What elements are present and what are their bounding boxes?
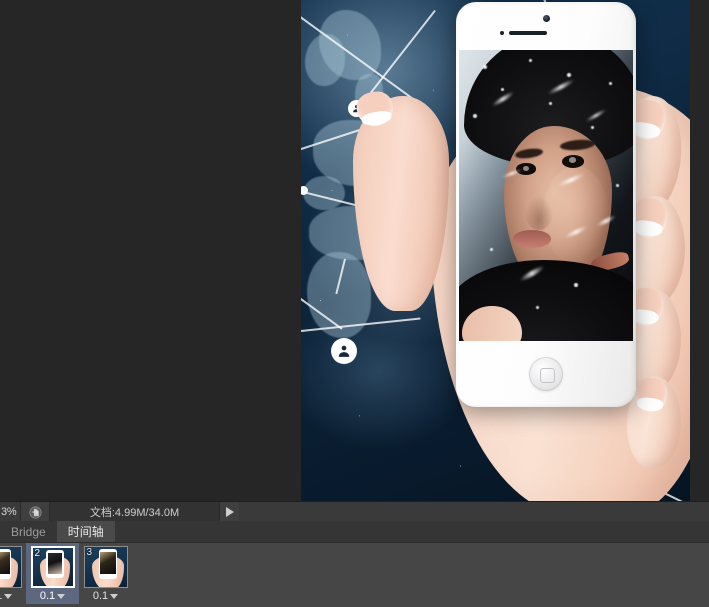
nose (525, 195, 553, 231)
frame-thumb: 2 (30, 546, 75, 588)
frame-number: 2 (34, 548, 41, 559)
thumb-screen (47, 553, 63, 574)
proximity-sensor-icon (500, 31, 504, 35)
iphone-device (456, 2, 636, 407)
chevron-down-icon (110, 593, 119, 599)
photoshop-window: 3% 文档:4.99M/34.0M Bridge 时间轴 1 (0, 0, 709, 607)
tab-timeline[interactable]: 时间轴 (56, 521, 115, 542)
eye-right (561, 154, 585, 168)
canvas-area[interactable] (0, 0, 709, 501)
frame-thumbnail-1[interactable]: 1 0.1 (0, 543, 26, 604)
frame-thumbnail-3[interactable]: 3 0.1 (79, 543, 132, 604)
chevron-down-icon (57, 593, 66, 599)
frame-thumb: 3 (83, 546, 128, 588)
snowflake (573, 282, 578, 287)
play-triangle-icon (225, 507, 234, 517)
snowflake (608, 82, 612, 85)
snowflake (472, 114, 477, 119)
frame-thumb: 1 (0, 546, 22, 588)
thumb-screen (0, 552, 10, 575)
phone-screen (459, 50, 633, 341)
earpiece-speaker-icon (509, 31, 547, 35)
animation-frames-strip: 1 0.1 2 (0, 543, 132, 607)
person-icon (338, 345, 350, 357)
user-avatar-pin (331, 338, 357, 364)
thumb-phone (46, 550, 64, 579)
document-arrow-glyph (28, 505, 42, 519)
frame-duration-3[interactable]: 0.1 (92, 590, 119, 602)
timeline-panel[interactable]: 1 0.1 2 (0, 543, 709, 607)
home-button[interactable] (529, 357, 563, 391)
frame-preview (0, 547, 21, 587)
document-arrow-icon[interactable] (21, 501, 49, 523)
front-camera-icon (542, 15, 550, 22)
portrait-photo (459, 50, 633, 341)
snowflake (615, 183, 619, 187)
snowflake (500, 87, 504, 91)
lips (512, 230, 552, 248)
frame-number: 3 (86, 547, 93, 558)
status-bar-filler (239, 501, 709, 523)
tab-bar-filler (114, 521, 709, 542)
tab-bridge[interactable]: Bridge (0, 521, 57, 542)
frame-duration-value: 0.1 (0, 590, 2, 602)
frame-duration-value: 0.1 (92, 590, 109, 602)
document-size-label: 文档:4.99M/34.0M (50, 501, 219, 523)
status-bar: 3% 文档:4.99M/34.0M (0, 501, 709, 523)
zoom-level-value[interactable]: 3% (0, 506, 20, 518)
status-expand-button[interactable] (220, 501, 239, 523)
snowflake (528, 58, 532, 62)
chevron-down-icon (4, 593, 13, 599)
thumb-phone (98, 549, 118, 579)
snowflake (535, 306, 539, 310)
landmass-greenland (305, 34, 345, 86)
snowflake (591, 125, 595, 129)
snowflake (483, 64, 488, 69)
frame-duration-2[interactable]: 0.1 (39, 590, 66, 602)
panel-tab-bar: Bridge 时间轴 (0, 521, 709, 543)
thumb-phone (0, 549, 12, 579)
frame-duration-value: 0.1 (39, 590, 56, 602)
document-image[interactable] (301, 0, 690, 501)
frame-thumbnail-2[interactable]: 2 0.1 (26, 543, 79, 604)
thumb-screen (100, 552, 116, 575)
frame-duration-1[interactable]: 0.1 (0, 590, 13, 602)
